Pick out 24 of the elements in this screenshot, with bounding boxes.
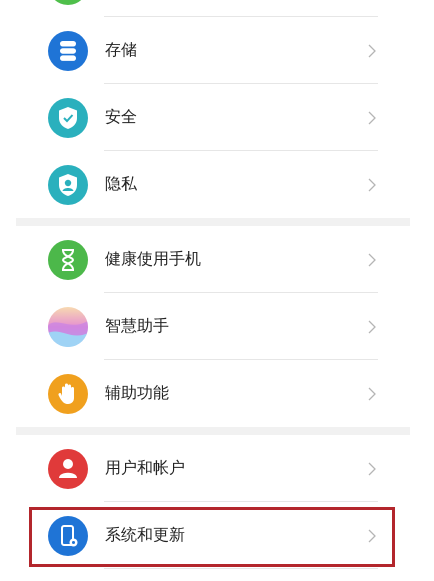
setting-label[interactable]: 隐私 [105,174,368,195]
shield-check-icon [48,98,88,138]
chevron-icon [368,178,376,192]
setting-label[interactable]: 智慧助手 [105,316,368,337]
phone-gear-icon [48,516,88,556]
chevron-icon [368,320,376,334]
hourglass-icon [48,240,88,280]
chevron-icon [368,528,376,542]
setting-label[interactable]: 系统和更新 [105,525,368,546]
swirl-icon [48,306,88,346]
setting-label[interactable]: 辅助功能 [105,383,368,404]
setting-label[interactable]: 用户和帐户 [105,458,368,479]
chevron-icon [368,386,376,400]
chevron-icon [368,462,376,476]
setting-label[interactable]: 存储 [105,40,368,61]
person-icon [48,448,88,488]
setting-label[interactable]: 健康使用手机 [105,249,368,270]
chevron-icon [368,252,376,266]
chevron-icon [368,110,376,124]
hand-icon [48,374,88,414]
shield-person-icon [48,164,88,204]
chevron-icon [368,44,376,58]
storage-icon [48,30,88,70]
setting-label[interactable]: 安全 [105,107,368,128]
